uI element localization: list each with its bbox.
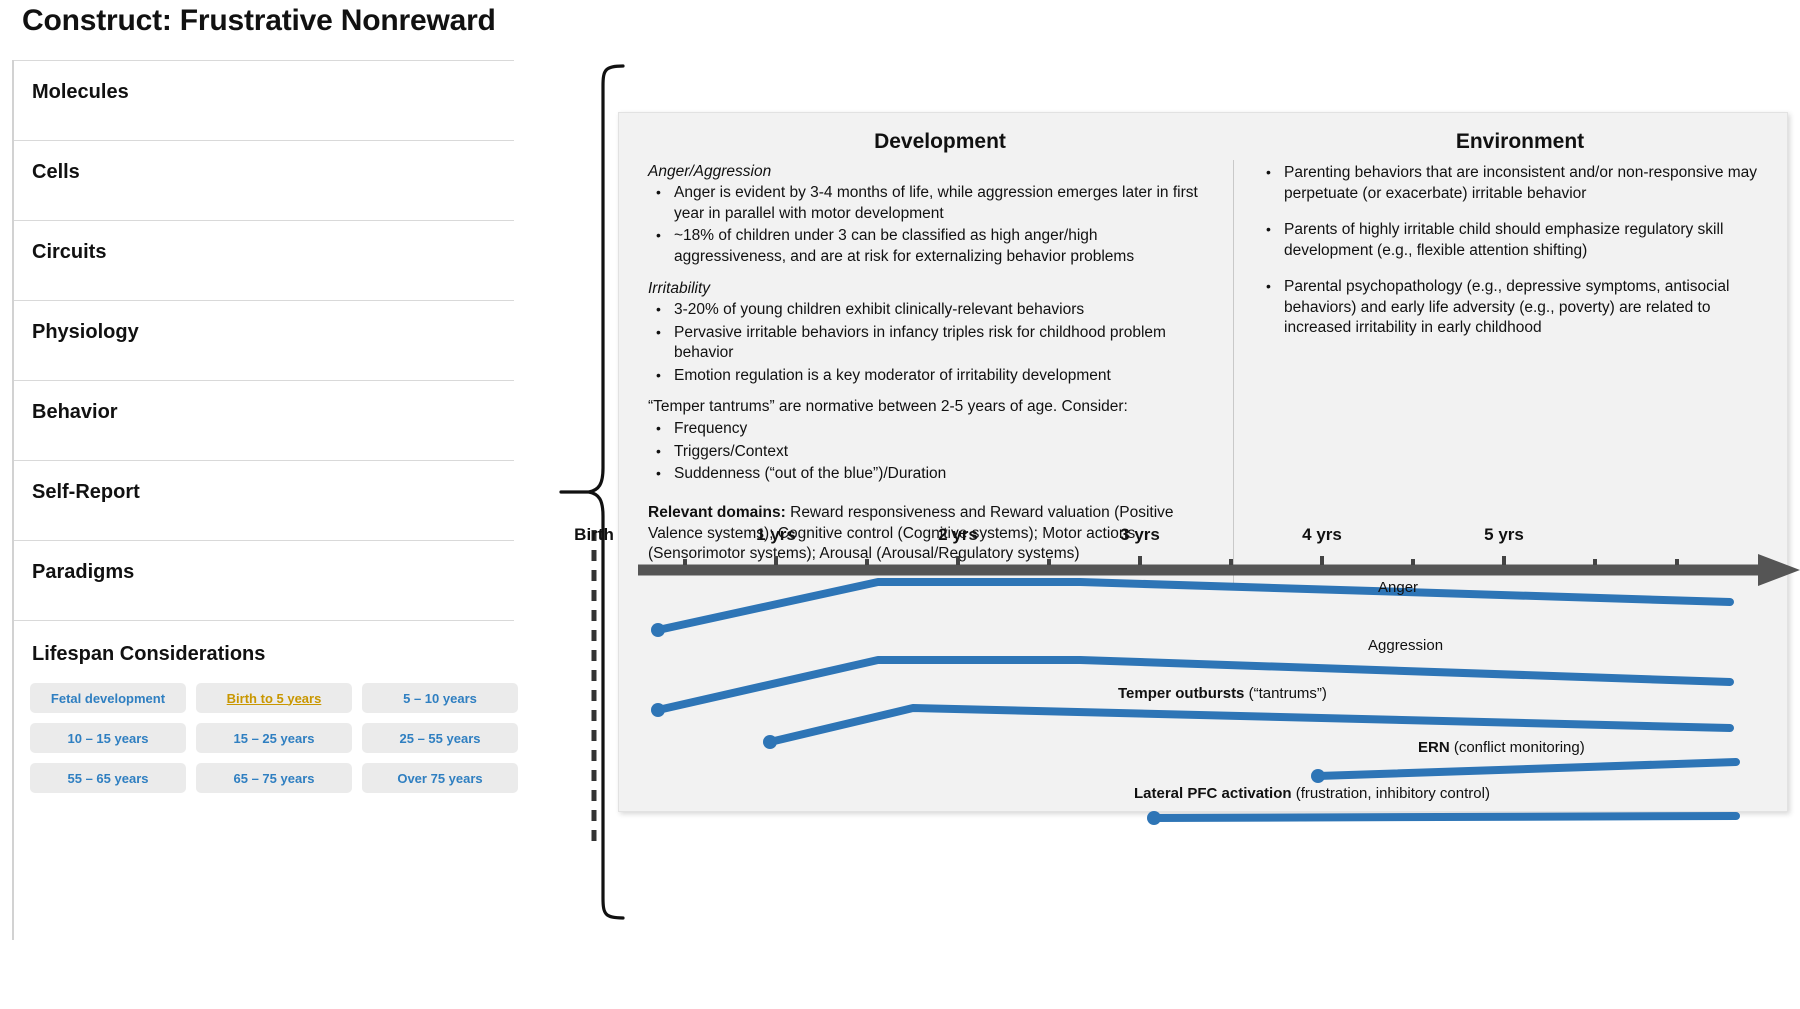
lifespan-considerations-section: Lifespan Considerations Fetal developmen… [14,620,518,880]
tick-label-3yrs: 3 yrs [1120,525,1160,544]
page-title: Construct: Frustrative Nonreward [22,4,496,37]
list-item: Emotion regulation is a key moderator of… [652,365,1207,387]
lifespan-title: Lifespan Considerations [32,643,266,665]
tantrum-bullet-list: Frequency Triggers/Context Suddenness (“… [652,418,1207,487]
sidebar: Molecules Cells Circuits Physiology Beha… [12,60,518,940]
sidebar-item-paradigms[interactable]: Paradigms [14,540,514,620]
anger-aggression-bullet-list: Anger is evident by 3-4 months of life, … [652,182,1207,269]
lifespan-chip-5-10-years[interactable]: 5 – 10 years [362,683,518,713]
tick-label-birth: Birth [574,525,614,544]
sidebar-item-label: Cells [32,161,80,183]
lifespan-chip-over-75-years[interactable]: Over 75 years [362,763,518,793]
sidebar-item-self-report[interactable]: Self-Report [14,460,514,540]
list-item: Parents of highly irritable child should… [1262,219,1772,261]
list-item: Frequency [652,418,1207,440]
list-item: 3-20% of young children exhibit clinical… [652,299,1207,321]
sidebar-item-label: Molecules [32,81,129,103]
tick-label-1yrs: 1 yrs [756,525,796,544]
series-label-lateral-pfc: Lateral PFC activation (frustration, inh… [1134,785,1490,802]
anger-aggression-subheading: Anger/Aggression [648,163,772,180]
list-item: Triggers/Context [652,441,1207,463]
relevant-domains-label: Relevant domains: [648,504,786,521]
list-item: Suddenness (“out of the blue”)/Duration [652,463,1207,485]
environment-bullet-list: Parenting behaviors that are inconsisten… [1262,162,1772,355]
series-label-temper-plain: (“tantrums”) [1244,685,1327,702]
lifespan-chip-65-75-years[interactable]: 65 – 75 years [196,763,352,793]
irritability-bullet-list: 3-20% of young children exhibit clinical… [652,299,1207,388]
sidebar-item-physiology[interactable]: Physiology [14,300,514,380]
lifespan-chip-birth-to-5-years[interactable]: Birth to 5 years [196,683,352,713]
sidebar-item-label: Physiology [32,321,139,343]
sidebar-item-molecules[interactable]: Molecules [14,60,514,140]
series-temper-outbursts [763,704,1734,749]
series-label-ern-plain: (conflict monitoring) [1450,739,1585,756]
sidebar-item-label: Behavior [32,401,118,423]
sidebar-item-behavior[interactable]: Behavior [14,380,514,460]
list-item: Anger is evident by 3-4 months of life, … [652,182,1207,224]
lifespan-chip-15-25-years[interactable]: 15 – 25 years [196,723,352,753]
series-label-ern: ERN (conflict monitoring) [1418,739,1585,756]
development-column-heading: Development [874,130,1006,153]
tick-label-5yrs: 5 yrs [1484,525,1524,544]
series-label-temper-outbursts: Temper outbursts (“tantrums”) [1118,685,1327,702]
list-item: ~18% of children under 3 can be classifi… [652,225,1207,267]
series-label-pfc-bold: Lateral PFC activation [1134,785,1292,802]
series-anger [651,578,1734,637]
series-label-ern-bold: ERN [1418,739,1450,756]
sidebar-item-cells[interactable]: Cells [14,140,514,220]
lifespan-chip-55-65-years[interactable]: 55 – 65 years [30,763,186,793]
tick-label-4yrs: 4 yrs [1302,525,1342,544]
timeline-minor-ticks [683,559,1679,565]
lifespan-chip-25-55-years[interactable]: 25 – 55 years [362,723,518,753]
list-item: Parental psychopathology (e.g., depressi… [1262,276,1772,339]
series-label-anger: Anger [1378,579,1418,596]
tantrum-intro-text: “Temper tantrums” are normative between … [648,398,1128,415]
sidebar-item-circuits[interactable]: Circuits [14,220,514,300]
series-label-pfc-plain: (frustration, inhibitory control) [1292,785,1490,802]
lifespan-chip-10-15-years[interactable]: 10 – 15 years [30,723,186,753]
sidebar-item-label: Circuits [32,241,107,263]
environment-column-heading: Environment [1455,130,1585,153]
connector-bracket [559,64,625,920]
lifespan-chip-grid: Fetal development Birth to 5 years 5 – 1… [30,683,518,793]
timeline-major-ticks [774,556,1506,565]
series-label-temper-bold: Temper outbursts [1118,685,1244,702]
sidebar-item-label: Self-Report [32,481,140,503]
list-item: Parenting behaviors that are inconsisten… [1262,162,1772,204]
timeline-axis [638,554,1800,586]
tick-label-2yrs: 2 yrs [938,525,978,544]
lifespan-chip-fetal-development[interactable]: Fetal development [30,683,186,713]
series-lateral-pfc [1147,811,1740,825]
irritability-subheading: Irritability [648,280,711,297]
sidebar-item-label: Paradigms [32,561,135,583]
list-item: Pervasive irritable behaviors in infancy… [652,322,1207,364]
series-ern [1311,758,1740,783]
series-label-aggression: Aggression [1368,637,1443,654]
lifespan-timeline-chart: Birth 1 yrs 2 yrs 3 yrs 4 yrs 5 yrs Ange… [574,525,1800,850]
